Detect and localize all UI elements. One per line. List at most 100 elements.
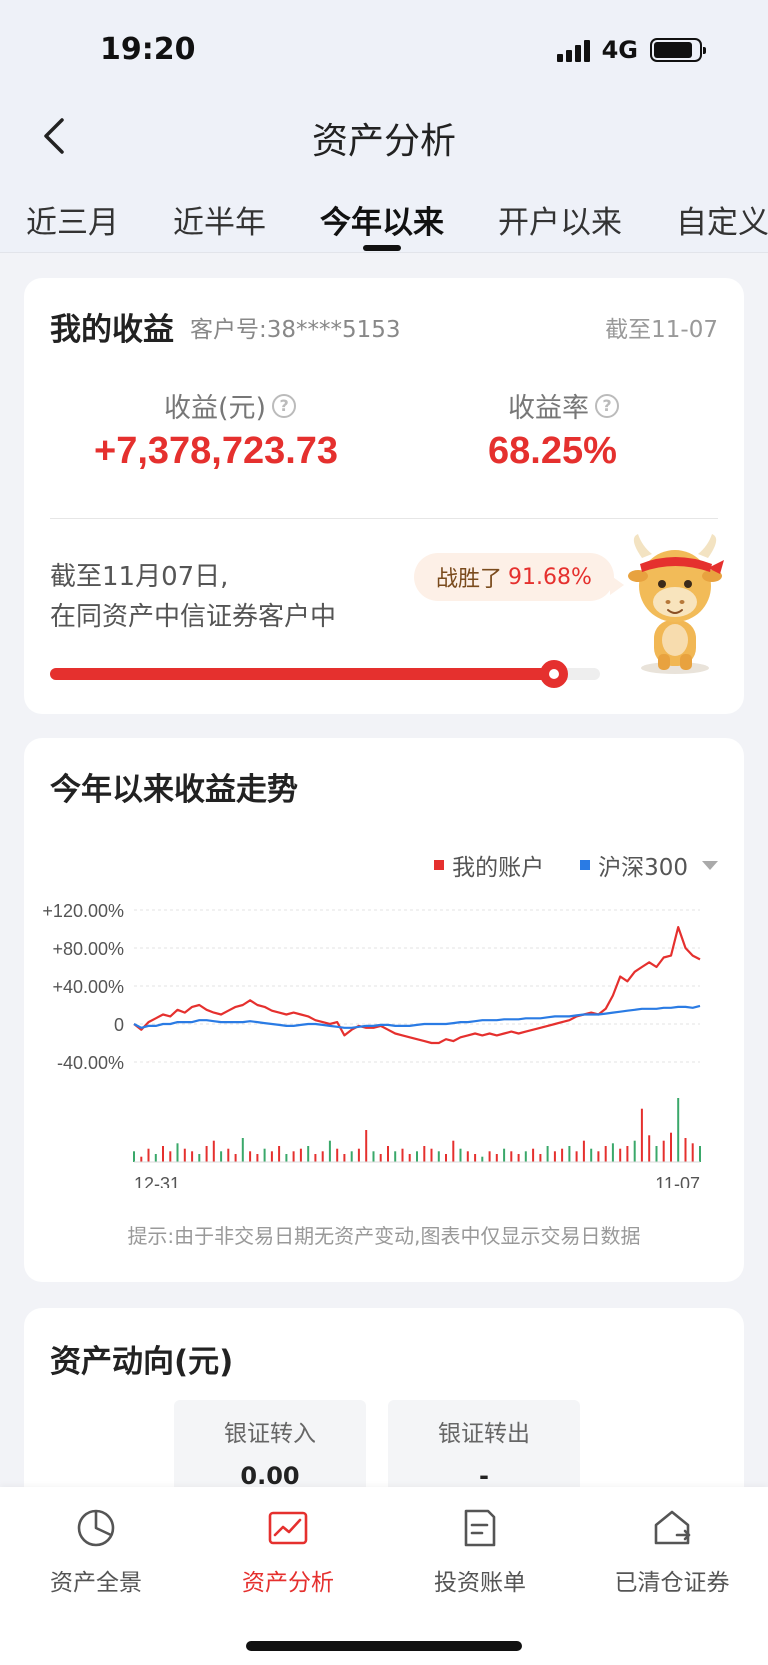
volume-bar [336,1148,339,1162]
volume-bar [481,1156,484,1162]
tab-indicator [363,245,401,251]
volume-bar [176,1143,179,1162]
tab-half-year[interactable]: 近半年 [173,197,266,242]
volume-bar [510,1151,513,1162]
nav-asset-analysis[interactable]: 资产分析 [192,1505,384,1597]
y-tick-label: +80.00% [52,939,124,959]
legend-my-account: 我的账户 [434,848,544,882]
volume-bar [670,1132,672,1162]
volume-bar [307,1146,310,1162]
nav-investment-bill[interactable]: 投资账单 [384,1505,576,1597]
volume-bar [699,1146,701,1162]
transfer-in-label: 银证转入 [224,1421,316,1447]
nav-label: 资产分析 [242,1570,334,1596]
trend-card: 今年以来收益走势 我的账户 沪深300 +120.00% +80.00% +40.0… [24,738,744,1282]
volume-bar [590,1148,593,1162]
legend-my-account-label: 我的账户 [452,855,545,881]
volume-bar [169,1151,172,1162]
volume-bar [162,1146,164,1162]
volume-bar [597,1151,600,1162]
nav-cleared-securities[interactable]: 已清仓证券 [576,1505,768,1597]
volume-bar [553,1151,556,1162]
volume-bar [278,1146,281,1162]
volume-bar [488,1151,491,1162]
volume-bar [408,1154,411,1162]
y-tick-label: 0 [114,1015,124,1035]
volume-bar [655,1146,658,1162]
volume-bar [387,1146,389,1162]
volume-bar [546,1146,549,1162]
transfer-in-value: 0.00 [240,1462,300,1490]
profit-value: +7,378,723.73 [94,430,339,472]
cleared-house-icon [654,1510,691,1545]
volume-bar [677,1098,680,1162]
volume-bar [365,1130,368,1162]
volume-bar [183,1148,186,1162]
volume-bar [423,1146,426,1162]
profit-label: 收益(元) ? [164,386,297,425]
transfer-out-label: 银证转出 [438,1421,530,1447]
volume-bar [561,1148,564,1162]
status-time: 19:20 [100,32,196,67]
status-bar: 19:20 4G [0,0,768,100]
volume-bar [633,1140,636,1162]
tab-ytd[interactable]: 今年以来 [320,197,444,242]
help-icon[interactable]: ? [595,393,619,418]
help-icon[interactable]: ? [272,393,297,418]
volume-bar [539,1154,542,1162]
volume-bar [256,1154,259,1162]
volume-bar [270,1151,273,1162]
y-tick-label: -40.00% [57,1053,124,1073]
volume-bar [314,1154,317,1162]
volume-bar [292,1151,295,1162]
volume-bar [459,1148,462,1162]
volume-bar [626,1146,629,1162]
x-tick-label: 12-31 [134,1174,180,1188]
volume-bar [234,1154,237,1162]
income-title: 我的收益 [50,312,174,348]
tab-since-opening[interactable]: 开户以来 [498,197,622,242]
rate-value: 68.25% [488,430,617,472]
volume-bar [503,1148,506,1162]
rate-label-text: 收益率 [508,393,589,424]
volume-bar [684,1138,687,1162]
volume-bar [379,1154,382,1162]
income-card: 我的收益 客户号:38****5153 截至11-07 收益(元) ? +7,3… [24,278,744,714]
nav-label: 投资账单 [434,1570,526,1596]
volume-bar [394,1151,397,1162]
volume-bar [474,1154,477,1162]
legend-index-selector[interactable]: 沪深300 [580,848,718,882]
volume-bar [611,1143,614,1162]
legend-index-label: 沪深300 [598,855,688,881]
volume-bar [198,1154,201,1162]
tab-custom[interactable]: 自定义 [676,197,768,242]
beat-peer-text: 在同资产中信证券客户中 [50,602,337,632]
as-of-date: 截至11-07 [605,317,718,343]
volume-bar [619,1148,622,1162]
volume-bar [343,1154,346,1162]
volume-bar [133,1151,135,1162]
volume-bar [604,1146,607,1162]
nav-bar: 资产分析 [0,100,768,185]
asset-flow-title: 资产动向(元) [50,1344,234,1380]
dropdown-arrow-icon[interactable] [702,860,718,870]
divider [50,518,718,519]
tab-3-months[interactable]: 近三月 [26,197,119,242]
beat-bubble: 战胜了 91.68% [414,553,624,601]
pie-chart-icon [77,1509,115,1547]
volume-bar [568,1146,571,1162]
volume-bar [575,1151,578,1162]
volume-bar [662,1140,665,1162]
percentile-bar [50,660,600,688]
page-title: 资产分析 [311,121,456,162]
volume-bar [640,1108,643,1162]
volume-bar [154,1154,157,1162]
beat-prefix: 战胜了 [436,567,503,592]
volume-bar [191,1151,194,1162]
x-tick-label: 11-07 [655,1174,700,1188]
volume-bar [648,1135,651,1162]
nav-asset-overview[interactable]: 资产全景 [0,1505,192,1597]
beat-percent: 91.68% [508,564,592,590]
battery-icon [650,38,706,62]
volume-bar [328,1140,331,1162]
